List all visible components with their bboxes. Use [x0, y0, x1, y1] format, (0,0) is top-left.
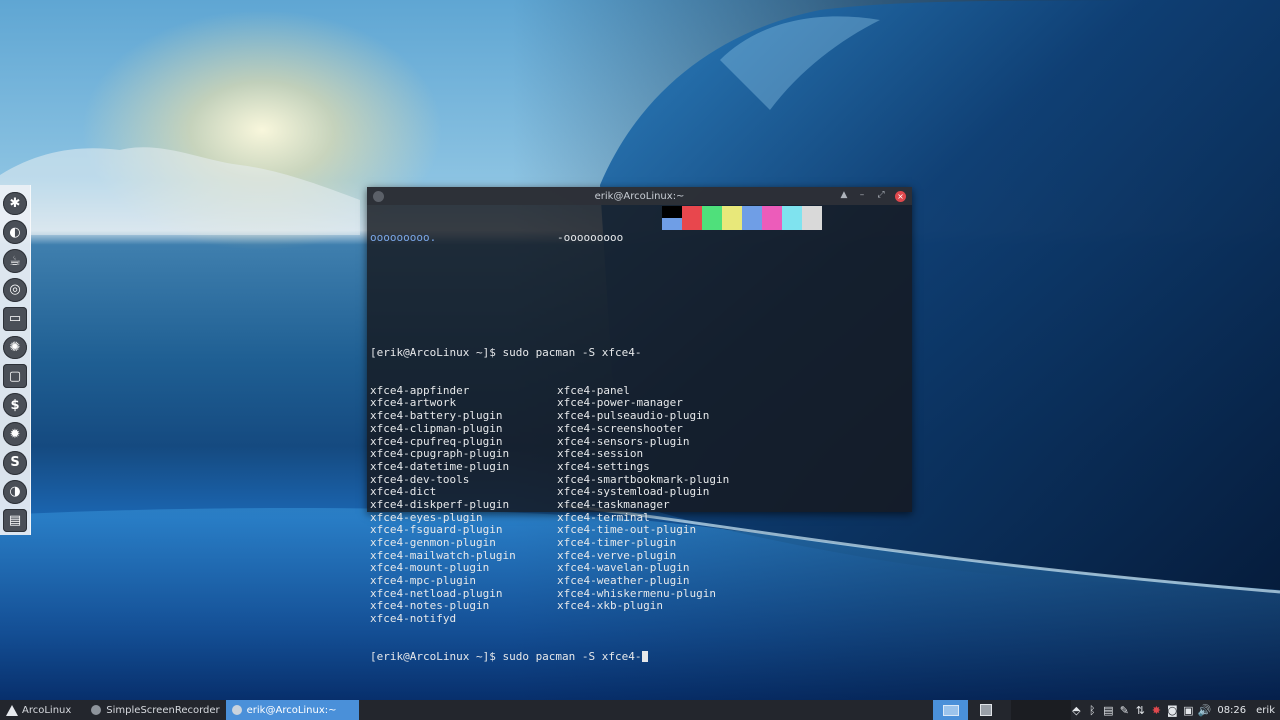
color-swatch	[662, 218, 682, 230]
color-swatch	[662, 206, 682, 218]
completion-item: xfce4-timer-plugin	[557, 536, 677, 550]
user-name[interactable]: erik	[1251, 705, 1280, 716]
color-swatch	[802, 218, 822, 230]
completion-row: xfce4-diskperf-plugin xfce4-taskmanager	[370, 497, 909, 512]
completion-row: xfce4-notifyd	[370, 612, 909, 626]
settings-icon[interactable]: ✹	[3, 422, 27, 446]
color-swatch	[762, 218, 782, 230]
system-tray: ⬘ ᛒ ▤ ✎ ⇅ ✸ ◙ ▣ 🔊 08:26 erik	[1068, 700, 1280, 720]
minimize-icon[interactable]: –	[856, 190, 868, 200]
arcolinux-logo-icon	[6, 704, 18, 716]
completion-item: xfce4-screenshooter	[557, 421, 683, 435]
current-command: [erik@ArcoLinux ~]$ sudo pacman -S xfce4…	[370, 650, 642, 664]
volume-icon[interactable]: 🔊	[1196, 700, 1212, 720]
color-swatch	[782, 206, 802, 218]
start-menu-button[interactable]: ArcoLinux	[0, 700, 77, 720]
start-menu-label: ArcoLinux	[22, 704, 72, 716]
color-swatch	[742, 206, 762, 218]
color-swatch	[762, 206, 782, 218]
maximize-icon[interactable]: ⤢	[875, 190, 887, 200]
color-swatch	[722, 206, 742, 218]
completion-row: xfce4-datetime-plugin xfce4-settings	[370, 459, 909, 474]
firefox-icon[interactable]: ◑	[3, 479, 27, 504]
completion-item: xfce4-notifyd	[370, 612, 457, 626]
color-swatch	[742, 218, 762, 230]
completion-row: xfce4-mpc-plugin xfce4-weather-plugin	[370, 574, 909, 588]
task-label: SimpleScreenRecorder	[106, 704, 220, 716]
completion-item: xfce4-taskmanager	[557, 497, 670, 511]
color-swatch	[702, 206, 722, 218]
window-menu-icon[interactable]	[373, 190, 384, 202]
color-swatch	[802, 206, 822, 218]
text-cursor	[641, 651, 648, 663]
completion-row: xfce4-clipman-plugin xfce4-screenshooter	[370, 421, 909, 436]
terminal-titlebar[interactable]: erik@ArcoLinux:~ ▲ – ⤢ ×	[367, 187, 912, 205]
close-icon[interactable]: ×	[895, 190, 906, 202]
color-palette	[662, 206, 822, 230]
workspace-3[interactable]	[1011, 700, 1071, 720]
completion-row: xfce4-genmon-plugin xfce4-timer-plugin	[370, 536, 909, 550]
terminal-window[interactable]: erik@ArcoLinux:~ ▲ – ⤢ × ooooooooo. -oooo…	[367, 187, 912, 663]
bluetooth-icon[interactable]: ᛒ	[1084, 700, 1100, 720]
app-menu-icon[interactable]: ✱	[3, 191, 27, 216]
completion-item: xfce4-settings	[557, 459, 650, 473]
recorder-icon	[91, 705, 102, 715]
image-icon[interactable]: ▣	[1180, 700, 1196, 720]
completion-list: xfce4-appfinder xfce4-panel xfce4-artwork x…	[370, 384, 909, 626]
completion-item: xfce4-diskperf-plugin	[370, 497, 510, 511]
completion-item: xfce4-battery-plugin	[370, 409, 503, 423]
completion-item: xfce4-mpc-plugin	[370, 574, 476, 588]
completion-item: xfce4-pulseaudio-plugin	[557, 409, 710, 423]
completion-row: xfce4-battery-plugin xfce4-pulseaudio-plu…	[370, 409, 909, 423]
camera-aperture-icon[interactable]: ✺	[3, 335, 27, 360]
drive-icon[interactable]: ▤	[3, 508, 27, 533]
clock[interactable]: 08:26	[1212, 705, 1251, 716]
color-swatch	[722, 218, 742, 230]
prompt-line[interactable]: [erik@ArcoLinux ~]$ sudo pacman -S xfce4…	[370, 650, 909, 664]
neofetch-logo-left: ooooooooo.	[370, 231, 437, 245]
window-title: erik@ArcoLinux:~	[594, 190, 685, 202]
clipboard-icon[interactable]: ▤	[1100, 700, 1116, 720]
dropbox-icon[interactable]: ⬘	[1068, 700, 1084, 720]
app-dock: ✱ ◐ ☕ ◎ ▭ ✺ ▢ $ ✹ S ◑ ▤	[0, 185, 31, 535]
screenshot-icon[interactable]: ◙	[1164, 700, 1180, 720]
color-swatch	[682, 206, 702, 218]
taskbar: ArcoLinux SimpleScreenRecorder erik@Arco…	[0, 700, 1280, 720]
teapot-icon[interactable]: ☕	[3, 249, 27, 273]
network-icon[interactable]: ⇅	[1132, 700, 1148, 720]
workspace-1[interactable]	[933, 700, 968, 720]
update-icon[interactable]: ✸	[1148, 700, 1164, 720]
terminal-output[interactable]: ooooooooo. -ooooooooo [erik@ArcoLinux ~]$…	[367, 205, 912, 691]
color-swatch	[682, 218, 702, 230]
skype-icon[interactable]: S	[3, 450, 27, 475]
completion-item: xfce4-xkb-plugin	[557, 599, 663, 613]
completion-item: xfce4-datetime-plugin	[370, 459, 510, 473]
workspace-window-preview	[979, 704, 992, 716]
color-swatch	[782, 218, 802, 230]
files-icon[interactable]: ▭	[3, 306, 27, 331]
task-label: erik@ArcoLinux:~	[246, 704, 337, 716]
completion-row: xfce4-cpugraph-plugin xfce4-session	[370, 448, 909, 461]
browser-icon[interactable]: ◎	[3, 277, 27, 302]
color-swatch	[702, 218, 722, 230]
file-manager-icon[interactable]: ◐	[3, 220, 27, 245]
workspace-window-preview	[942, 704, 959, 716]
terminal-icon[interactable]: $	[3, 393, 27, 418]
shade-icon[interactable]: ▲	[838, 190, 850, 200]
completion-item: xfce4-clipman-plugin	[370, 421, 503, 435]
task-simplescreenrecorder[interactable]: SimpleScreenRecorder	[85, 700, 225, 720]
neofetch-logo-right: -ooooooooo	[557, 231, 624, 245]
completion-item: xfce4-genmon-plugin	[370, 536, 496, 550]
task-terminal[interactable]: erik@ArcoLinux:~	[225, 700, 359, 720]
command-line: [erik@ArcoLinux ~]$ sudo pacman -S xfce4…	[370, 345, 642, 359]
workspace-switcher	[933, 700, 1071, 720]
completion-item: xfce4-weather-plugin	[557, 574, 690, 588]
pencil-icon[interactable]: ✎	[1116, 700, 1132, 720]
window-icon[interactable]: ▢	[3, 364, 27, 389]
terminal-task-icon	[231, 705, 242, 715]
workspace-2[interactable]	[968, 700, 1003, 720]
